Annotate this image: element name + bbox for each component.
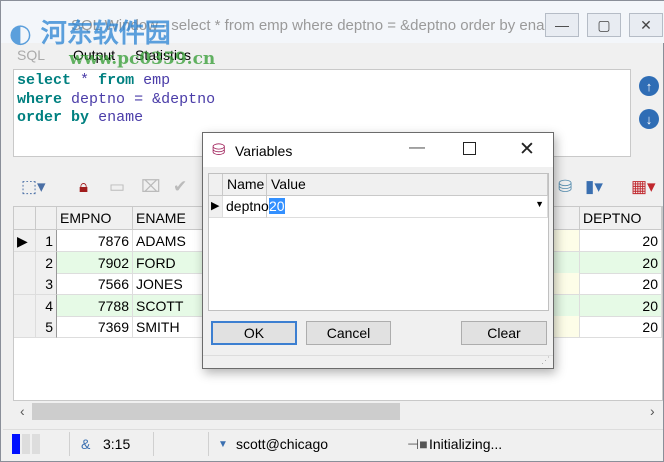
row-indicator[interactable] <box>14 251 36 274</box>
cursor-position: 3:15 <box>103 436 131 452</box>
substitution-icon: & <box>81 436 91 452</box>
row-indicator[interactable] <box>14 273 36 296</box>
dropdown-arrow-icon[interactable]: ▼ <box>535 199 544 209</box>
close-button[interactable]: ✕ <box>629 13 663 37</box>
minimize-button[interactable]: — <box>545 13 579 37</box>
cell-empno[interactable]: 7902 <box>57 251 133 274</box>
insert-record-icon[interactable]: ▭ <box>109 177 125 197</box>
scrollbar-thumb[interactable] <box>32 403 400 420</box>
cell-deptno[interactable]: 20 <box>580 230 662 252</box>
clear-button[interactable]: Clear <box>461 321 547 345</box>
current-row-icon: ▶ <box>14 230 36 252</box>
maximize-button[interactable]: ▢ <box>587 13 621 37</box>
cell-empno[interactable]: 7369 <box>57 316 133 339</box>
cell-deptno[interactable]: 20 <box>580 273 662 296</box>
progress-segment <box>32 434 40 454</box>
database-icon: ⛁ <box>212 142 226 159</box>
minimize-button[interactable]: — <box>409 139 425 157</box>
divider <box>69 432 70 456</box>
variables-dialog: ⛁ Variables — ✕ Name Value ▶ deptno 20 ▼ … <box>202 132 554 369</box>
variable-name: deptno <box>223 196 269 218</box>
row-indicator[interactable] <box>14 316 36 339</box>
row-number[interactable]: 3 <box>36 273 57 296</box>
cell-empno[interactable]: 7566 <box>57 273 133 296</box>
divider <box>203 355 553 356</box>
column-header-value: Value <box>267 174 548 196</box>
watermark-url: www.pc0359.cn <box>69 49 216 69</box>
divider <box>208 432 209 456</box>
status-text: Initializing... <box>429 436 503 452</box>
cancel-button[interactable]: Cancel <box>306 321 391 345</box>
close-button[interactable]: ✕ <box>519 138 535 161</box>
arrow-down-icon[interactable]: ↓ <box>639 109 659 129</box>
select-icon[interactable]: ⬚▾ <box>21 177 46 197</box>
progress-segment <box>22 434 30 454</box>
grid-icon[interactable]: ▦▾ <box>631 177 656 197</box>
arrow-up-icon[interactable]: ↑ <box>639 76 659 96</box>
rownum-header <box>36 207 57 230</box>
cell-deptno[interactable]: 20 <box>580 251 662 274</box>
scroll-right-icon[interactable]: › <box>650 403 655 419</box>
column-header-name: Name <box>223 174 267 196</box>
database-icon[interactable]: ⛁ <box>558 177 572 197</box>
current-row-icon: ▶ <box>209 196 223 218</box>
status-bar: & 3:15 ▼ scott@chicago ⊣■ Initializing..… <box>3 429 663 457</box>
row-number[interactable]: 2 <box>36 251 57 274</box>
lock-icon[interactable]: 🔒︎ <box>79 177 88 197</box>
post-icon[interactable]: ✔ <box>173 177 187 197</box>
pin-icon: ⊣■ <box>407 436 428 452</box>
progress-indicator <box>12 434 20 454</box>
chart-icon[interactable]: ▮▾ <box>585 177 603 197</box>
variables-grid: Name Value ▶ deptno 20 ▼ <box>208 173 549 311</box>
connection-label[interactable]: scott@chicago <box>236 436 328 452</box>
row-number[interactable]: 1 <box>36 230 57 252</box>
maximize-button[interactable] <box>463 142 476 155</box>
resize-grip-icon[interactable]: ⋰ <box>541 355 550 366</box>
delete-record-icon[interactable]: ⌧ <box>141 177 161 197</box>
row-number[interactable]: 4 <box>36 294 57 317</box>
scroll-left-icon[interactable]: ‹ <box>20 403 25 419</box>
variable-value-input[interactable]: 20 ▼ <box>267 196 548 218</box>
watermark-logo: ◐ 河东软件园 <box>9 19 171 49</box>
cell-empno[interactable]: 7788 <box>57 294 133 317</box>
column-header-empno[interactable]: EMPNO <box>57 207 133 230</box>
cell-empno[interactable]: 7876 <box>57 230 133 252</box>
row-number[interactable]: 5 <box>36 316 57 339</box>
value-text[interactable]: 20 <box>269 198 285 214</box>
indicator-header <box>14 207 36 230</box>
connection-dropdown-icon[interactable]: ▼ <box>218 439 228 450</box>
ok-button[interactable]: OK <box>211 321 297 345</box>
column-header-deptno[interactable]: DEPTNO <box>580 207 662 230</box>
cell-deptno[interactable]: 20 <box>580 294 662 317</box>
indicator-header <box>209 174 223 196</box>
horizontal-scrollbar[interactable]: ‹ › <box>14 402 662 421</box>
dialog-title: Variables <box>235 143 293 159</box>
dialog-title-bar: ⛁ Variables — ✕ <box>203 133 553 167</box>
cell-deptno[interactable]: 20 <box>580 316 662 339</box>
divider <box>153 432 154 456</box>
row-indicator[interactable] <box>14 294 36 317</box>
